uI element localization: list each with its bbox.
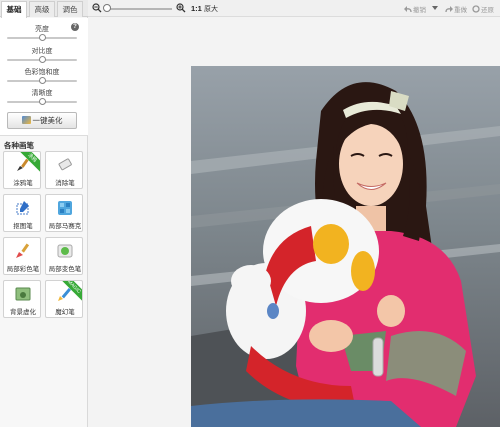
zoom-in-icon[interactable] <box>176 3 186 13</box>
redo-button[interactable]: 重做 <box>445 4 467 14</box>
brush-cutout-label: 抠图笔 <box>13 223 33 230</box>
tab-basic[interactable]: 基础 <box>1 1 27 18</box>
top-toolbar: 1:1 原大 撤销 重做 还原 <box>88 0 500 17</box>
sharpness-slider[interactable] <box>7 98 77 105</box>
brush-cutout[interactable]: 抠图笔 <box>3 194 41 232</box>
mosaic-icon <box>58 201 72 215</box>
cutout-pen-icon <box>16 201 29 215</box>
color-brush-icon <box>16 243 30 258</box>
auto-beautify-button[interactable]: 一键美化 <box>7 112 77 129</box>
contrast-slider[interactable] <box>7 56 77 63</box>
redo-label: 重做 <box>454 7 467 14</box>
undo-button[interactable]: 撤销 <box>404 4 426 14</box>
brush-recolor-label: 局部变色笔 <box>48 266 82 273</box>
zoom-out-icon[interactable] <box>92 3 102 13</box>
brush-mosaic-label: 局部马赛克 <box>48 223 82 230</box>
sharpness-slider-thumb[interactable] <box>39 98 46 105</box>
brush-mosaic[interactable]: 局部马赛克 <box>45 194 83 232</box>
brush-local-color[interactable]: 局部彩色笔 <box>3 237 41 275</box>
brush-bg-blur-label: 背景虚化 <box>10 309 36 316</box>
reset-icon <box>472 5 480 13</box>
bg-blur-icon <box>15 287 31 301</box>
brightness-slider-thumb[interactable] <box>39 34 46 41</box>
actual-size-ratio[interactable]: 1:1 <box>191 4 202 13</box>
undo-label: 撤销 <box>413 7 426 14</box>
tab-bar: 基础 高级 调色 <box>0 0 88 18</box>
tab-tone[interactable]: 调色 <box>57 1 83 17</box>
recolor-brush-icon <box>57 244 73 258</box>
brightness-label: 亮度 <box>35 26 49 33</box>
left-panel: 基础 高级 调色 ? 亮度 对比度 色彩饱和度 清晰度 一键美化 各种画笔 涂鸦… <box>0 0 88 427</box>
contrast-label: 对比度 <box>31 48 53 55</box>
redo-icon <box>445 6 453 13</box>
photo[interactable] <box>191 66 500 427</box>
brush-graffiti-label: 涂鸦笔 <box>13 180 33 187</box>
adjust-panel: ? 亮度 对比度 色彩饱和度 清晰度 一键美化 <box>0 18 88 136</box>
brush-graffiti[interactable]: 涂鸦 涂鸦笔 <box>3 151 41 189</box>
brush-eraser-label: 消除笔 <box>55 180 75 187</box>
saturation-slider[interactable] <box>7 77 77 84</box>
reset-label: 还原 <box>481 7 494 14</box>
zoom-slider[interactable] <box>103 4 172 12</box>
brush-section-title: 各种画笔 <box>4 141 34 150</box>
undo-history-dropdown[interactable] <box>431 4 440 13</box>
undo-icon <box>404 6 412 13</box>
original-size-button[interactable]: 原大 <box>204 4 218 14</box>
saturation-slider-thumb[interactable] <box>39 77 46 84</box>
brush-eraser[interactable]: 消除笔 <box>45 151 83 189</box>
chevron-down-icon <box>432 6 438 10</box>
magic-wand-icon <box>21 116 31 124</box>
canvas-area <box>89 18 500 427</box>
brush-bg-blur[interactable]: 背景虚化 <box>3 280 41 318</box>
sharpness-label: 清晰度 <box>31 90 53 97</box>
zoom-slider-thumb[interactable] <box>103 4 112 12</box>
tab-advanced[interactable]: 高级 <box>29 1 55 17</box>
brush-local-color-label: 局部彩色笔 <box>6 266 40 273</box>
brush-magic[interactable]: MAGIC 魔幻笔 <box>45 280 83 318</box>
portrait-photo <box>191 66 500 427</box>
brush-recolor[interactable]: 局部变色笔 <box>45 237 83 275</box>
saturation-label: 色彩饱和度 <box>24 69 60 76</box>
eraser-icon <box>58 158 72 171</box>
auto-beautify-label: 一键美化 <box>32 116 63 125</box>
brush-magic-label: 魔幻笔 <box>55 309 75 316</box>
brightness-slider[interactable] <box>7 34 77 41</box>
reset-button[interactable]: 还原 <box>472 4 494 14</box>
contrast-slider-thumb[interactable] <box>39 56 46 63</box>
